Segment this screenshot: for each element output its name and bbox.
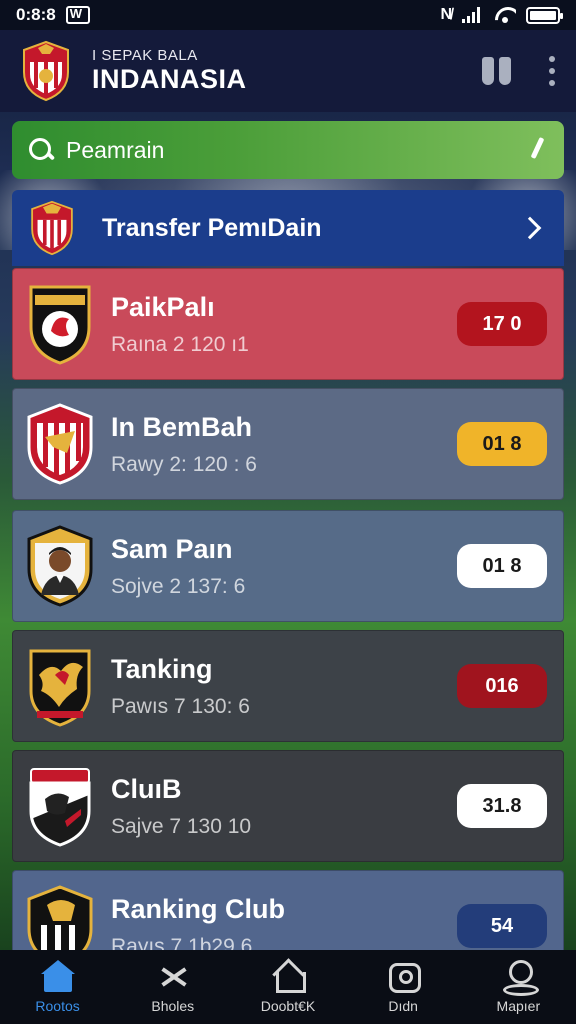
score-badge: 016 [457,664,547,708]
nav-label: Dıdn [388,998,418,1014]
list-item-meta: Sojve 2 137: 6 [111,574,246,598]
house-outline-icon [271,960,306,993]
list-item-meta: Rawy 2: 120 : 6 [111,452,257,476]
app-header: I SEPAK BALA INDANASIA [0,30,576,112]
list-item[interactable]: CluıB Sajve 7 130 10 31.8 [12,750,564,862]
header-titles: I SEPAK BALA INDANASIA [92,47,480,95]
nav-label: Mapıer [496,998,541,1014]
list-item[interactable]: Tanking Pawıs 7 130: 6 016 [12,630,564,742]
list-item-name: Sam Paın [111,533,233,564]
list-item-text: PaikPalı Raına 2 120 ı1 [111,292,457,357]
list-item-name: Tanking [111,653,213,684]
status-bar: 0:8:8 N̸ [0,0,576,30]
score-badge: 54 [457,904,547,948]
list-item-name: Ranking Club [111,893,285,924]
list-item-text: CluıB Sajve 7 130 10 [111,774,457,839]
bottom-nav: Rootos Bholes Doobt€K Dıdn Mapıer [0,950,576,1024]
score-badge: 17 0 [457,302,547,346]
nav-item[interactable]: Rootos [8,960,108,1014]
dark-crest-icon [29,768,91,847]
transfer-banner[interactable]: Transfer PemıDain [12,190,564,266]
chevron-right-icon [518,216,542,240]
search-label: Peamrain [66,136,165,163]
nav-item[interactable]: Mapıer [468,960,568,1014]
eagle-crest-icon [29,649,91,727]
status-right: N̸ [440,6,563,24]
score-badge: 01 8 [457,544,547,588]
edit-icon[interactable] [528,137,548,163]
status-time: 0:8:8 [16,5,56,24]
share-icon [156,960,190,992]
status-left: 0:8:8 [16,5,90,25]
nav-item[interactable]: Dıdn [353,960,453,1014]
search-icon [28,137,54,163]
header-subtitle: I SEPAK BALA [92,47,198,64]
wx-icon [65,6,90,24]
chat-icon [386,960,422,993]
list-item-text: Ranking Club Rayıs 7 1b29 6 [111,894,457,959]
score-badge: 31.8 [457,784,547,828]
nav-label: Doobt€K [260,998,316,1014]
cards-icon[interactable] [480,57,514,85]
list-item-meta: Raına 2 120 ı1 [111,332,249,356]
list-item[interactable]: In BemBah Rawy 2: 120 : 6 01 8 [12,388,564,500]
nav-label: Rootos [35,998,80,1014]
list-item-text: Tanking Pawıs 7 130: 6 [111,654,457,719]
black-crest-icon [29,285,91,365]
transfer-label: Transfer PemıDain [102,213,322,242]
list-item-name: In BemBah [111,411,253,442]
list-item-name: CluıB [111,773,182,804]
list-item-name: PaikPalı [111,291,215,322]
club-crest-icon [31,200,73,256]
score-badge: 01 8 [457,422,547,466]
player-crest-icon [27,525,93,607]
nfc-icon: N̸ [440,6,452,23]
battery-icon [526,6,563,24]
nav-item[interactable]: Doobt€K [238,960,338,1014]
nav-item[interactable]: Bholes [123,960,223,1014]
header-title: INDANASIA [92,64,247,94]
list-item[interactable]: PaikPalı Raına 2 120 ı1 17 0 [12,268,564,380]
header-actions [480,56,556,86]
home-icon [40,960,75,992]
list-item-text: Sam Paın Sojve 2 137: 6 [111,534,457,599]
nav-label: Bholes [151,998,195,1014]
list-item-meta: Sajve 7 130 10 [111,814,252,838]
map-pin-icon [501,960,540,996]
signal-icon [462,7,484,23]
list-item[interactable]: Sam Paın Sojve 2 137: 6 01 8 [12,510,564,622]
wifi-icon [494,7,516,23]
red-stripe-crest-icon [27,403,93,485]
more-icon[interactable] [548,56,556,86]
search-bar[interactable]: Peamrain [12,121,564,179]
list-item-meta: Pawıs 7 130: 6 [111,694,250,718]
list-item-text: In BemBah Rawy 2: 120 : 6 [111,412,457,477]
club-logo-icon [23,40,69,102]
